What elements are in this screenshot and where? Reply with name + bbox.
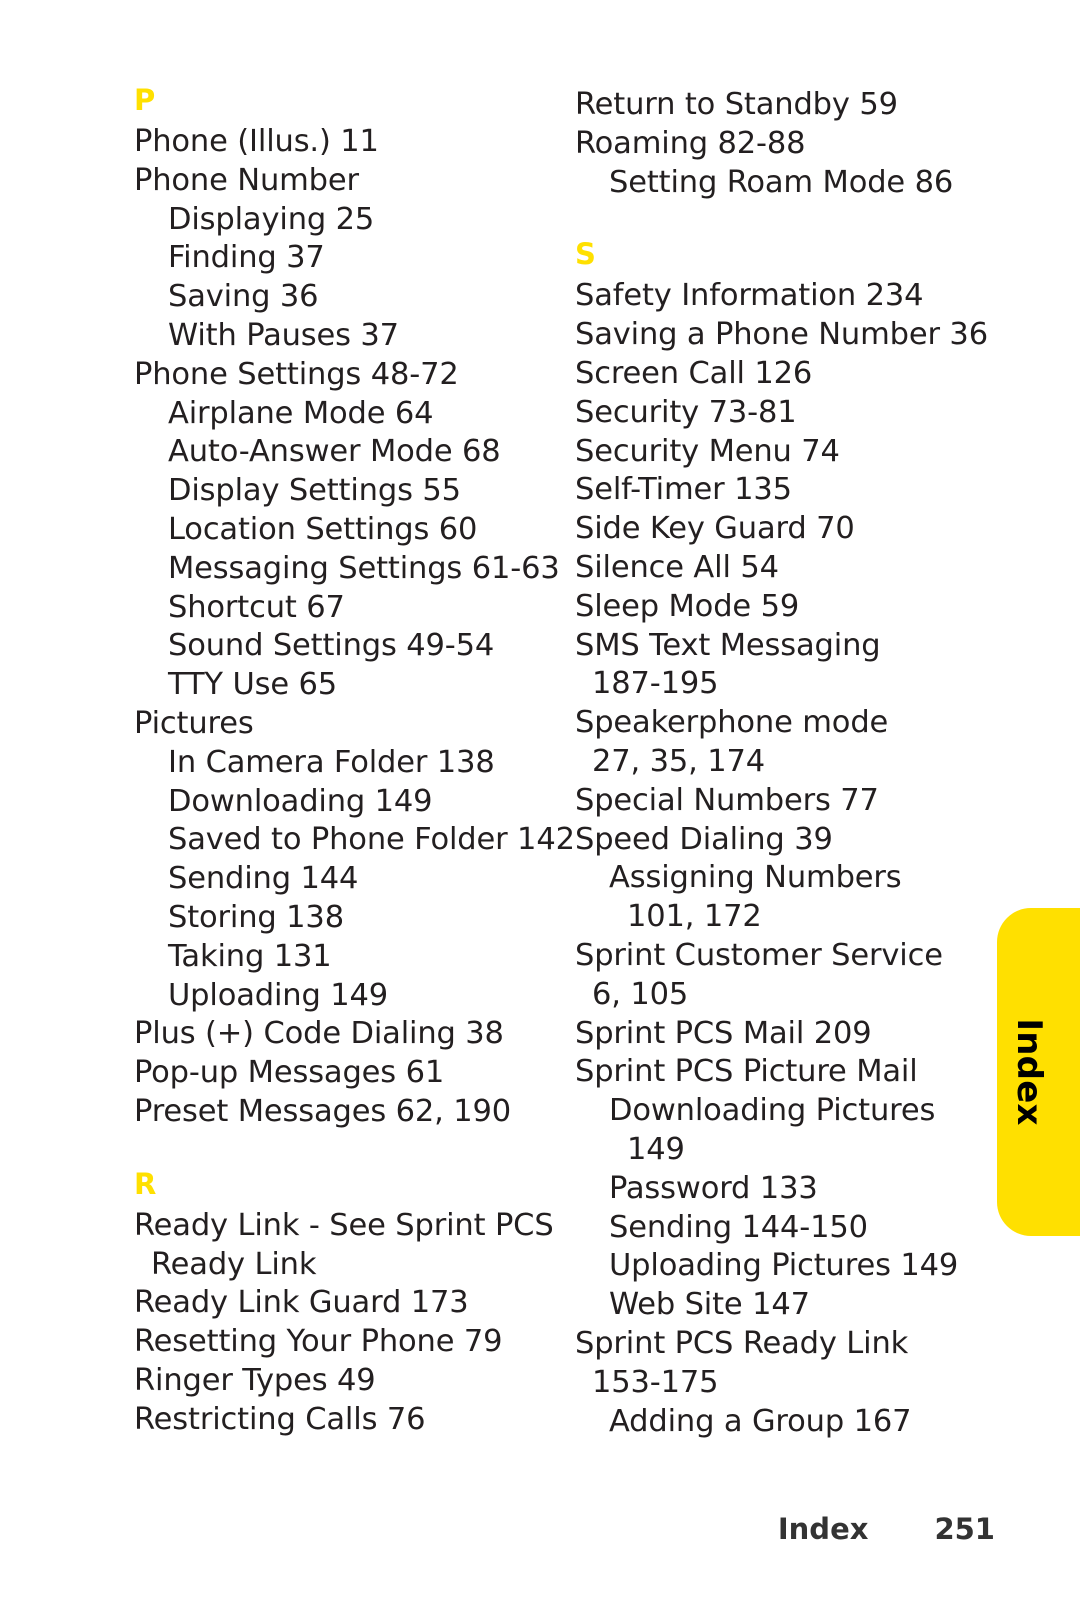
index-entry: In Camera Folder 138: [168, 744, 495, 780]
index-entry: Restricting Calls 76: [134, 1401, 426, 1437]
index-entry: Saving a Phone Number 36: [575, 317, 988, 353]
index-entry: 6, 105: [592, 976, 689, 1012]
index-entry: 101, 172: [627, 899, 762, 935]
index-entry: Preset Messages 62, 190: [134, 1093, 512, 1129]
index-entry: Uploading Pictures 149: [609, 1248, 959, 1284]
index-letter-heading-s: S: [575, 237, 596, 272]
index-entry: Messaging Settings 61-63: [168, 550, 560, 586]
index-entry: Phone Settings 48-72: [134, 356, 459, 392]
index-entry: Setting Roam Mode 86: [609, 164, 954, 200]
index-entry: Displaying 25: [168, 201, 375, 237]
index-entry: Sprint Customer Service: [575, 937, 943, 973]
index-entry: Display Settings 55: [168, 473, 461, 509]
index-entry: Sending 144-150: [609, 1209, 868, 1245]
section-tab-index[interactable]: Index: [997, 908, 1080, 1236]
index-entry: Sprint PCS Mail 209: [575, 1015, 872, 1051]
index-entry: Finding 37: [168, 240, 325, 276]
index-entry: Phone (Illus.) 11: [134, 124, 379, 159]
index-entry: 149: [627, 1131, 685, 1167]
index-entry: Assigning Numbers: [609, 860, 902, 896]
index-entry: Security Menu 74: [575, 433, 840, 469]
index-entry: Special Numbers 77: [575, 782, 879, 818]
footer-section-label: Index: [777, 1512, 869, 1546]
index-entry: Sprint PCS Ready Link: [575, 1325, 909, 1361]
index-entry: Security 73-81: [575, 394, 797, 430]
index-entry: Screen Call 126: [575, 355, 813, 391]
index-entry: Speakerphone mode: [575, 705, 889, 741]
index-entry: Saved to Phone Folder 142: [168, 822, 575, 858]
index-entry: Ready Link Guard 173: [134, 1285, 469, 1321]
index-entry: Taking 131: [168, 938, 332, 974]
index-entry: Ringer Types 49: [134, 1362, 376, 1398]
index-entry: Return to Standby 59: [575, 87, 898, 122]
index-column-left: P Phone (Illus.) 11 Phone Number Displaying…: [134, 83, 575, 1440]
index-entry: Silence All 54: [575, 549, 779, 585]
index-entry: Plus (+) Code Dialing 38: [134, 1016, 504, 1052]
index-entry: TTY Use 65: [168, 667, 338, 703]
index-entry: Pictures: [134, 705, 254, 741]
index-entry: Resetting Your Phone 79: [134, 1324, 503, 1360]
page-footer: Index 251: [575, 1512, 995, 1546]
index-entry: Web Site 147: [609, 1287, 810, 1323]
index-entry: Shortcut 67: [168, 589, 345, 625]
footer-page-number: 251: [934, 1512, 995, 1546]
index-letter-heading-p: P: [134, 83, 156, 117]
index-entry: Sleep Mode 59: [575, 588, 800, 624]
index-entry: Password 133: [609, 1170, 818, 1206]
index-entry: Pop-up Messages 61: [134, 1055, 445, 1091]
index-entry: With Pauses 37: [168, 317, 399, 353]
index-entry: Safety Information 234: [575, 278, 924, 314]
index-entry: SMS Text Messaging: [575, 627, 881, 663]
index-entry: Speed Dialing 39: [575, 821, 833, 857]
index-entry: Side Key Guard 70: [575, 511, 855, 547]
index-entry: Self-Timer 135: [575, 472, 792, 508]
index-page: Index P Phone (Illus.) 11 Phone Number Disp…: [0, 0, 1080, 1620]
index-entry: 153-175: [592, 1364, 719, 1400]
index-entry: Ready Link - See Sprint PCS: [134, 1207, 554, 1243]
index-entry: 187-195: [592, 666, 719, 702]
index-entry: Location Settings 60: [168, 511, 478, 547]
index-entry: Downloading 149: [168, 783, 433, 819]
index-entry: 27, 35, 174: [592, 743, 765, 779]
section-tab-label: Index: [1009, 1018, 1049, 1126]
index-entry: Sound Settings 49-54: [168, 628, 495, 664]
index-entry: Auto-Answer Mode 68: [168, 434, 501, 470]
index-entry: Airplane Mode 64: [168, 395, 434, 431]
index-entry: Uploading 149: [168, 977, 388, 1013]
index-entry: Roaming 82-88: [575, 125, 806, 161]
index-entry: Adding a Group 167: [609, 1403, 912, 1439]
index-entry: Phone Number: [134, 162, 359, 198]
index-entry: Saving 36: [168, 279, 319, 315]
index-entry: Downloading Pictures: [609, 1093, 936, 1129]
index-entry: Sprint PCS Picture Mail: [575, 1054, 918, 1090]
index-column-right: Return to Standby 59 Roaming 82-88 Setting…: [575, 86, 995, 1441]
index-entry: Ready Link: [151, 1246, 317, 1282]
index-letter-heading-r: R: [134, 1166, 157, 1201]
index-entry: Sending 144: [168, 861, 359, 897]
index-entry: Storing 138: [168, 899, 344, 935]
